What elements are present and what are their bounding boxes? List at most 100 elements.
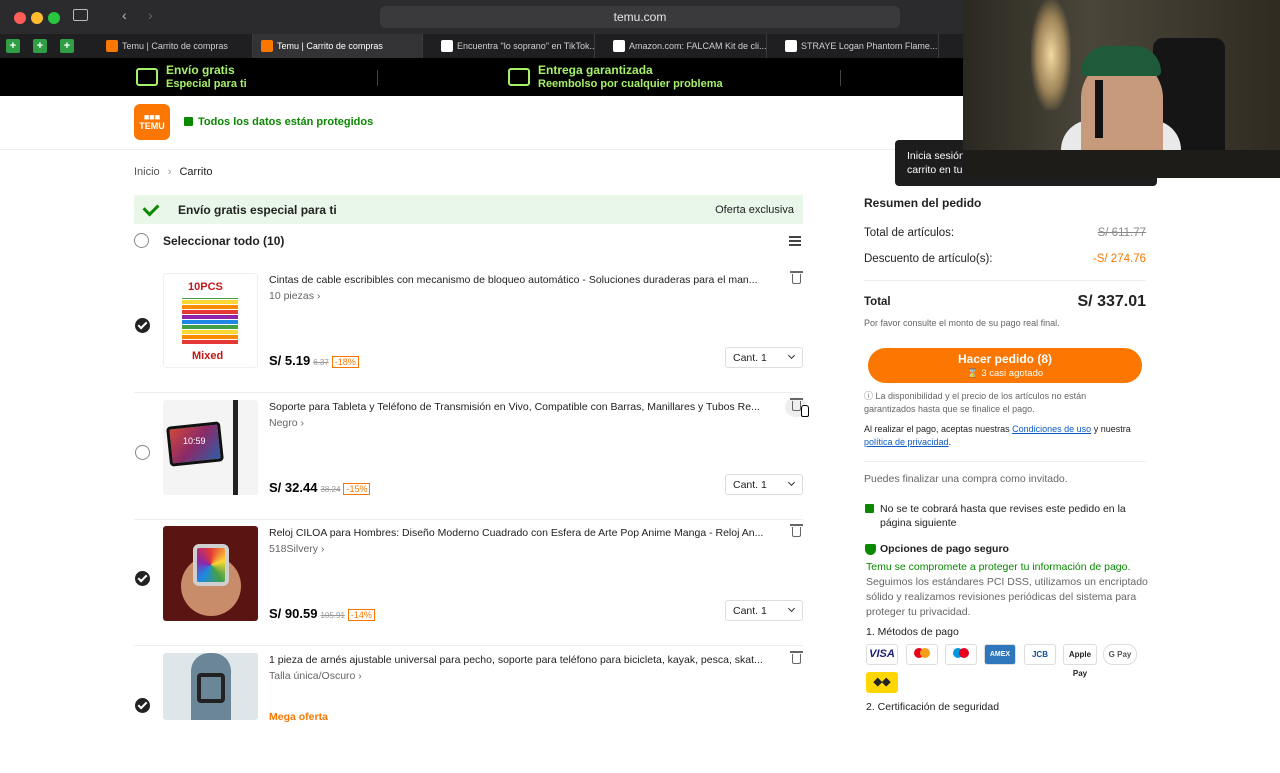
webcam-lamp bbox=[1031, 0, 1071, 110]
breadcrumb: Inicio › Carrito bbox=[134, 166, 213, 178]
place-order-button[interactable]: Hacer pedido (8) ⌛ 3 casi agotado bbox=[868, 348, 1142, 383]
item-select-radio[interactable] bbox=[135, 698, 150, 713]
url-bar[interactable]: temu.com bbox=[380, 6, 900, 28]
tab-amazon[interactable]: Amazon.com: FALCAM Kit de cli... bbox=[605, 34, 767, 58]
item-title[interactable]: 1 pieza de arnés ajustable universal par… bbox=[269, 654, 779, 666]
amazon-favicon bbox=[613, 40, 625, 52]
delete-icon[interactable] bbox=[790, 398, 803, 411]
chevron-down-icon bbox=[787, 351, 796, 360]
cart-item: 10PCS Mixed Cintas de cable escribibles … bbox=[134, 271, 803, 393]
chevron-right-icon: › bbox=[320, 543, 325, 555]
item-variant[interactable]: Talla única/Oscuro › bbox=[269, 670, 362, 682]
forward-icon[interactable]: › bbox=[148, 7, 153, 23]
tab-temu-cart-1[interactable]: Temu | Carrito de compras bbox=[98, 34, 253, 58]
variant-label: Negro bbox=[269, 417, 298, 429]
promo-divider bbox=[377, 70, 378, 86]
sidebar-icon[interactable] bbox=[73, 9, 88, 21]
info-icon: ⓘ bbox=[864, 391, 874, 401]
tab-temu-cart-2[interactable]: Temu | Carrito de compras bbox=[253, 34, 423, 58]
maestro-icon bbox=[945, 644, 977, 665]
secure-payment-title: Opciones de pago seguro bbox=[880, 543, 1009, 555]
quantity-select[interactable]: Cant. 1 bbox=[725, 600, 803, 621]
guaranteed-delivery-promo[interactable]: Entrega garantizada Reembolso por cualqu… bbox=[538, 63, 723, 90]
payment-methods-title: 1. Métodos de pago bbox=[866, 626, 959, 638]
maestro-circles bbox=[959, 648, 969, 658]
no-charge-text: No se te cobrará hasta que revises este … bbox=[880, 503, 1126, 529]
item-discount-badge: -15% bbox=[343, 483, 371, 495]
delete-icon[interactable] bbox=[790, 524, 803, 537]
breadcrumb-current: Carrito bbox=[179, 166, 213, 178]
minimize-window-button[interactable] bbox=[31, 12, 43, 24]
discount-label: Descuento de artículo(s): bbox=[864, 253, 993, 265]
tab-tiktok[interactable]: Encuentra "lo soprano" en TikTok... bbox=[433, 34, 595, 58]
cable-ties-graphic bbox=[182, 298, 238, 344]
truck-icon bbox=[136, 68, 158, 86]
item-select-radio[interactable] bbox=[135, 445, 150, 460]
tab-label: STRAYE Logan Phantom Flame... bbox=[801, 41, 938, 51]
variant-label: 10 piezas bbox=[269, 290, 314, 302]
no-charge-notice: No se te cobrará hasta que revises este … bbox=[864, 502, 1146, 530]
thumbnail-top-text: 10PCS bbox=[188, 281, 223, 293]
item-variant[interactable]: 10 piezas › bbox=[269, 290, 320, 302]
item-thumbnail[interactable] bbox=[163, 526, 258, 621]
delete-icon[interactable] bbox=[790, 651, 803, 664]
terms-link[interactable]: Condiciones de uso bbox=[1012, 424, 1091, 434]
item-variant[interactable]: 518Silvery › bbox=[269, 543, 324, 555]
item-thumbnail[interactable]: 10PCS Mixed bbox=[163, 273, 258, 368]
delete-icon[interactable] bbox=[790, 271, 803, 284]
promo-divider bbox=[840, 70, 841, 86]
chevron-down-icon bbox=[787, 478, 796, 487]
terms-note: Al realizar el pago, aceptas nuestras Co… bbox=[864, 424, 1131, 447]
chevron-right-icon: › bbox=[316, 290, 321, 302]
items-total-label: Total de artículos: bbox=[864, 227, 955, 239]
tab-label: Temu | Carrito de compras bbox=[277, 41, 383, 51]
consult-note: Por favor consulte el monto de su pago r… bbox=[864, 318, 1060, 328]
delivery-check-icon bbox=[508, 68, 530, 86]
item-thumbnail[interactable] bbox=[163, 653, 258, 720]
mastercard-icon bbox=[906, 644, 938, 665]
webcam-overlay bbox=[963, 0, 1280, 178]
quantity-select[interactable]: Cant. 1 bbox=[725, 347, 803, 368]
webcam-microphone bbox=[1095, 80, 1103, 138]
temu-logo[interactable]: ■■■ TEMU bbox=[134, 104, 170, 140]
discount-row: Descuento de artículo(s): -S/ 274.76 bbox=[864, 253, 1146, 265]
chevron-right-icon: › bbox=[300, 417, 305, 429]
temu-favicon bbox=[261, 40, 273, 52]
items-total-row: Total de artículos: S/ 611.77 bbox=[864, 227, 1146, 239]
quantity-select[interactable]: Cant. 1 bbox=[725, 474, 803, 495]
promo-title: Entrega garantizada bbox=[538, 63, 653, 77]
harness-graphic bbox=[197, 673, 225, 703]
quantity-value: Cant. 1 bbox=[733, 479, 767, 491]
thumbnail-bottom-text: Mixed bbox=[192, 350, 224, 362]
item-select-radio[interactable] bbox=[135, 571, 150, 586]
free-shipping-promo[interactable]: Envío gratis Especial para ti bbox=[166, 63, 247, 90]
item-select-radio[interactable] bbox=[135, 318, 150, 333]
item-title[interactable]: Cintas de cable escribibles con mecanism… bbox=[269, 274, 779, 286]
close-window-button[interactable] bbox=[14, 12, 26, 24]
item-price-block: S/ 90.59 105.91 -14% bbox=[269, 606, 375, 621]
breadcrumb-separator: › bbox=[167, 166, 172, 178]
availability-note: ⓘ La disponibilidad y el precio de los a… bbox=[864, 390, 1124, 416]
promo-subtitle: Reembolso por cualquier problema bbox=[538, 78, 723, 90]
url-text: temu.com bbox=[613, 10, 667, 24]
list-view-icon[interactable] bbox=[789, 236, 801, 246]
pinned-tab-sheets-1[interactable]: + bbox=[6, 39, 20, 53]
maximize-window-button[interactable] bbox=[48, 12, 60, 24]
pinned-tab-sheets-2[interactable]: + bbox=[33, 39, 47, 53]
select-all-radio[interactable] bbox=[134, 233, 149, 248]
tab-straye[interactable]: STRAYE Logan Phantom Flame... bbox=[777, 34, 939, 58]
item-thumbnail[interactable]: 10:59 bbox=[163, 400, 258, 495]
breadcrumb-home[interactable]: Inicio bbox=[134, 166, 160, 178]
item-variant[interactable]: Negro › bbox=[269, 417, 304, 429]
free-shipping-banner: Envío gratis especial para ti Oferta exc… bbox=[134, 195, 803, 224]
item-title[interactable]: Reloj CILOA para Hombres: Diseño Moderno… bbox=[269, 527, 779, 539]
item-price-block: S/ 5.19 6.37 -18% bbox=[269, 353, 359, 368]
item-title[interactable]: Soporte para Tableta y Teléfono de Trans… bbox=[269, 401, 779, 413]
logo-text: TEMU bbox=[139, 121, 165, 131]
back-icon[interactable]: ‹ bbox=[122, 7, 127, 23]
pinned-tab-sheets-3[interactable]: + bbox=[60, 39, 74, 53]
privacy-link[interactable]: política de privacidad bbox=[864, 437, 949, 447]
banner-right-label: Oferta exclusiva bbox=[715, 204, 794, 216]
select-all-label: Seleccionar todo (10) bbox=[163, 234, 285, 248]
chevron-right-icon: › bbox=[358, 670, 362, 682]
